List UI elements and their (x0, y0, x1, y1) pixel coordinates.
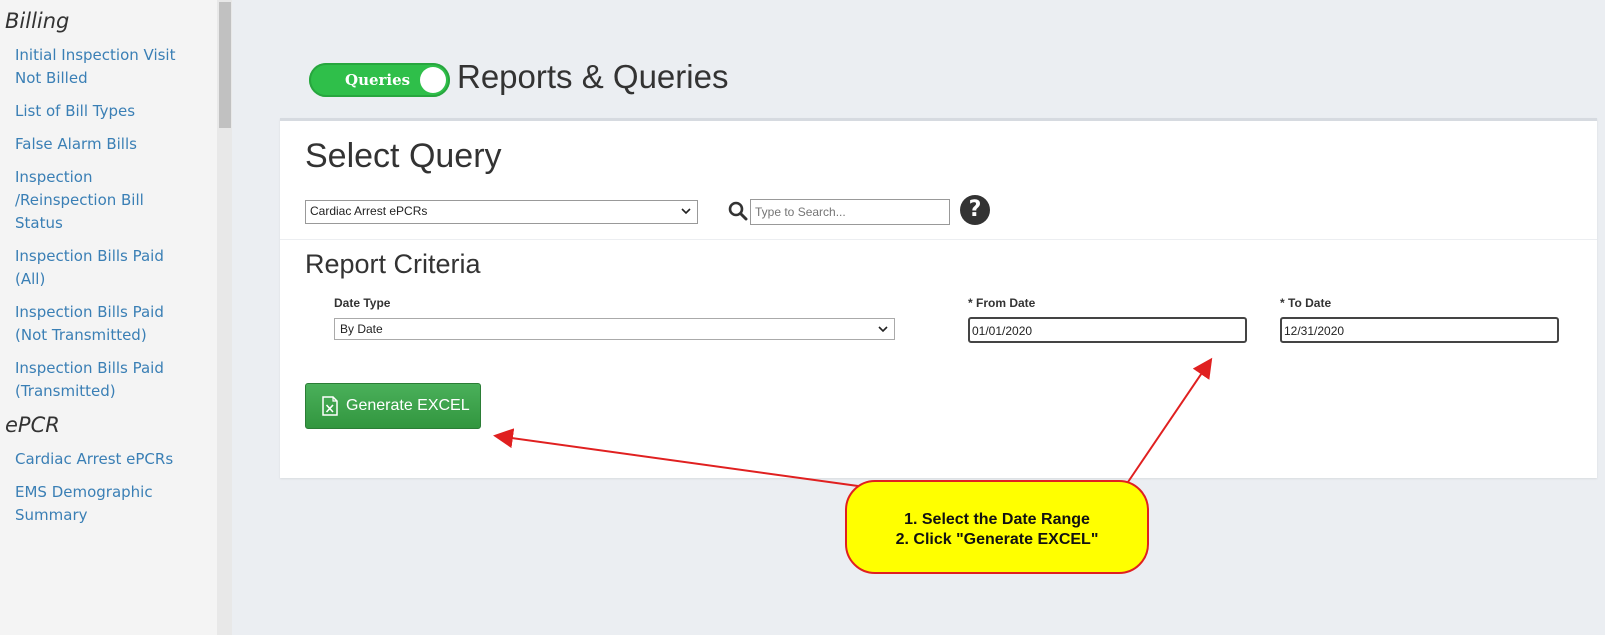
generate-excel-label: Generate EXCEL (346, 397, 470, 414)
annotation-line-2: 2. Click "Generate EXCEL" (895, 531, 1099, 548)
queries-toggle-label: Queries (345, 71, 411, 89)
generate-excel-button[interactable]: Generate EXCEL (305, 383, 481, 429)
from-date-input[interactable]: 01/01/2020 (968, 317, 1247, 343)
chevron-down-icon (681, 208, 691, 215)
help-icon[interactable]: ? (960, 195, 990, 225)
sidebar-item-bills-paid-transmitted[interactable]: Inspection Bills Paid (Transmitted) (0, 357, 217, 403)
sidebar-item-initial-inspection[interactable]: Initial Inspection Visit Not Billed (0, 44, 217, 90)
search-icon (728, 201, 748, 221)
sidebar: Billing Initial Inspection Visit Not Bil… (0, 0, 217, 635)
sidebar-item-bills-paid-not-transmitted[interactable]: Inspection Bills Paid (Not Transmitted) (0, 301, 217, 347)
sidebar-item-ems-demographic[interactable]: EMS Demographic Summary (0, 481, 217, 527)
report-criteria-title: Report Criteria (305, 249, 481, 279)
sidebar-section-billing: Billing (5, 9, 70, 33)
toggle-knob (420, 67, 446, 93)
date-type-select[interactable]: By Date (334, 318, 895, 340)
to-date-input[interactable]: 12/31/2020 (1280, 317, 1559, 343)
annotation-line-1: 1. Select the Date Range (904, 511, 1090, 528)
date-type-value: By Date (340, 322, 383, 336)
queries-toggle[interactable]: Queries (309, 63, 450, 97)
chevron-down-icon (878, 326, 888, 333)
sidebar-item-bills-paid-all[interactable]: Inspection Bills Paid (All) (0, 245, 217, 291)
page-title: Reports & Queries (457, 58, 729, 95)
sidebar-section-epcr: ePCR (5, 413, 60, 437)
sidebar-item-bill-types[interactable]: List of Bill Types (0, 100, 217, 123)
search-input[interactable] (750, 199, 950, 225)
query-select[interactable]: Cardiac Arrest ePCRs (305, 200, 698, 224)
annotation-callout: 1. Select the Date Range 2. Click "Gener… (845, 480, 1149, 574)
sidebar-item-false-alarm-bills[interactable]: False Alarm Bills (0, 133, 217, 156)
from-date-label: * From Date (968, 296, 1036, 310)
sidebar-item-bill-status[interactable]: Inspection /Reinspection Bill Status (0, 166, 217, 235)
date-type-label: Date Type (334, 296, 391, 310)
sidebar-scrollbar-thumb[interactable] (219, 2, 231, 128)
to-date-label: * To Date (1280, 296, 1332, 310)
sidebar-item-cardiac-arrest[interactable]: Cardiac Arrest ePCRs (0, 448, 217, 471)
query-panel: Select Query Cardiac Arrest ePCRs ? Repo… (280, 118, 1597, 478)
excel-file-icon (322, 396, 338, 416)
divider (280, 239, 1597, 240)
select-query-title: Select Query (305, 137, 502, 175)
query-select-value: Cardiac Arrest ePCRs (310, 204, 428, 218)
